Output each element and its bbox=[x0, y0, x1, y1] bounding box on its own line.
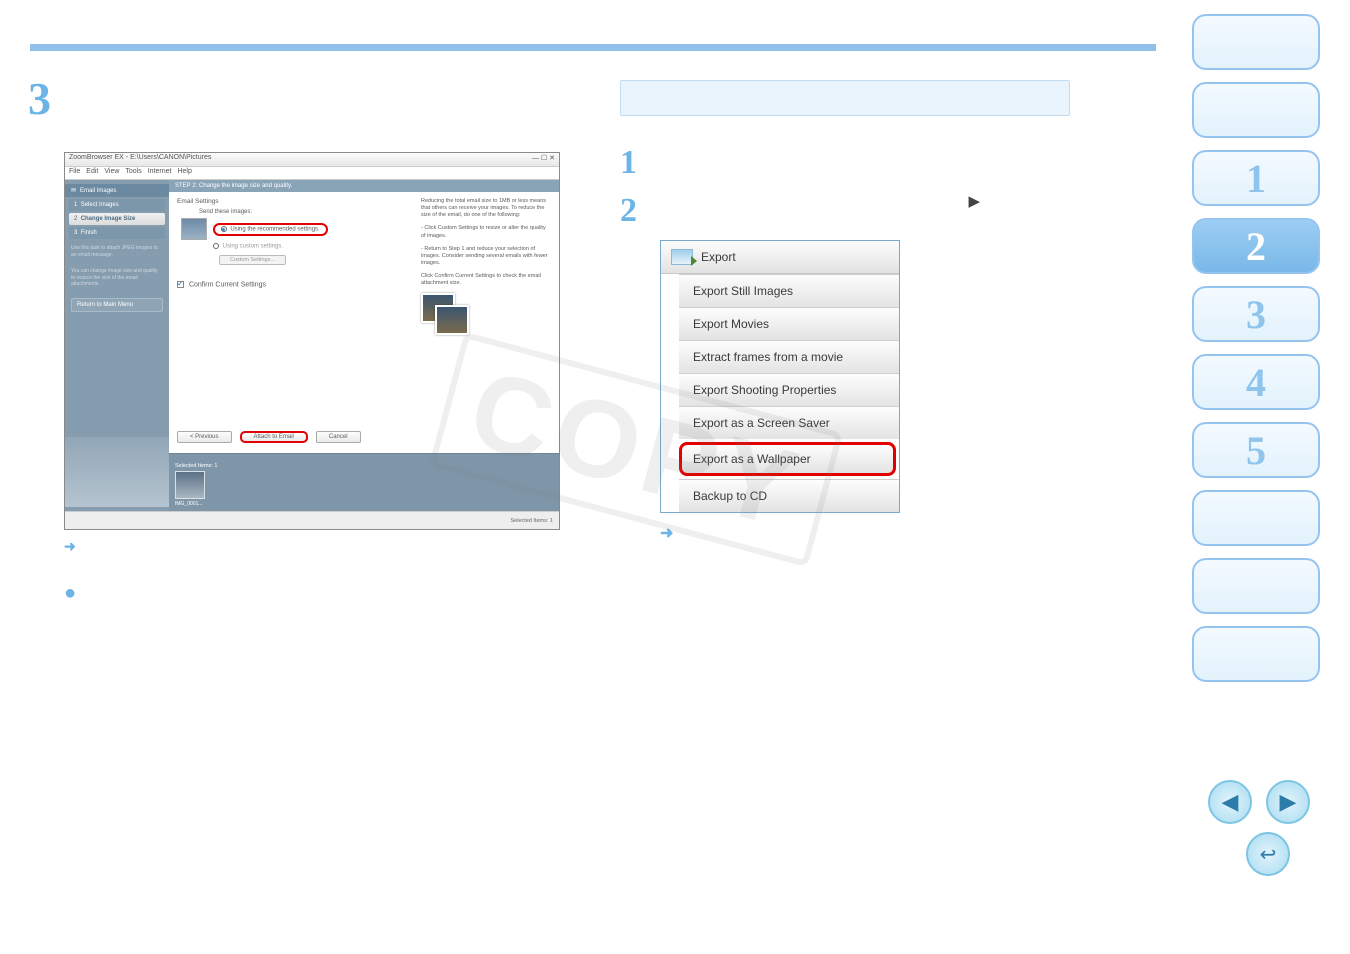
nav-extra-1[interactable] bbox=[1192, 490, 1320, 546]
sidebar-note-2: You can change image size and quality to… bbox=[65, 264, 169, 292]
window-controls: — ☐ ✕ bbox=[532, 154, 555, 165]
nav-chapter-2[interactable]: 2 bbox=[1192, 218, 1320, 274]
export-shooting-properties[interactable]: Export Shooting Properties bbox=[679, 373, 899, 406]
confirm-label: Confirm Current Settings bbox=[189, 281, 266, 288]
step-banner: STEP 2: Change the image size and qualit… bbox=[169, 180, 559, 192]
menu-file[interactable]: File bbox=[69, 168, 80, 178]
status-text: Selected Items: 1 bbox=[511, 518, 554, 524]
recommended-settings-highlight: Using the recommended settings. bbox=[213, 223, 328, 236]
next-page-button[interactable]: ▶ bbox=[1266, 780, 1310, 824]
attach-to-email-button[interactable]: Attach to Email bbox=[254, 434, 294, 440]
confirm-checkbox[interactable] bbox=[177, 281, 184, 288]
step-label: Change Image Size bbox=[81, 216, 136, 222]
step-number: 3 bbox=[28, 72, 51, 125]
nav-chapter-1[interactable]: 1 bbox=[1192, 150, 1320, 206]
email-settings-heading: Email Settings bbox=[177, 198, 411, 205]
export-wallpaper-highlight[interactable]: Export as a Wallpaper bbox=[679, 442, 896, 476]
step-1-text bbox=[652, 144, 1100, 182]
export-icon bbox=[671, 249, 693, 265]
arrow-right-icon: ➜ bbox=[660, 525, 673, 542]
step-label: Select Images bbox=[81, 202, 119, 208]
bullet-icon: ● bbox=[64, 582, 76, 604]
sidebar-step-2[interactable]: 2 Change Image Size bbox=[69, 213, 165, 225]
custom-settings-button[interactable]: Custom Settings... bbox=[219, 255, 286, 265]
nav-chapter-3[interactable]: 3 bbox=[1192, 286, 1320, 342]
bullet-row: ● bbox=[64, 584, 76, 602]
preview-thumbnail bbox=[181, 218, 207, 240]
extract-frames[interactable]: Extract frames from a movie bbox=[679, 340, 899, 373]
export-header[interactable]: Export bbox=[661, 241, 899, 274]
main-panel: STEP 2: Change the image size and qualit… bbox=[169, 180, 559, 511]
status-bar: Selected Items: 1 bbox=[65, 511, 559, 529]
send-images-label: Send these images: bbox=[199, 209, 252, 215]
result-arrow-2: ➜ bbox=[660, 523, 1100, 543]
menu-bar: File Edit View Tools Internet Help bbox=[65, 167, 559, 180]
nav-extra-3[interactable] bbox=[1192, 626, 1320, 682]
step-2-text: placeholder ▶ bbox=[652, 192, 1100, 210]
prev-page-button[interactable]: ◀ bbox=[1208, 780, 1252, 824]
menu-view[interactable]: View bbox=[104, 168, 119, 178]
menu-help[interactable]: Help bbox=[177, 168, 191, 178]
zoombrowser-screenshot: ZoomBrowser EX - E:\Users\CANON\Pictures… bbox=[64, 152, 560, 530]
result-arrow: ➜ bbox=[64, 538, 76, 555]
menu-edit[interactable]: Edit bbox=[86, 168, 98, 178]
radio-custom[interactable] bbox=[213, 243, 219, 249]
step-num: 2 bbox=[74, 216, 77, 222]
info-box bbox=[620, 80, 1070, 116]
nav-intro[interactable] bbox=[1192, 14, 1320, 70]
attach-to-email-highlight: Attach to Email bbox=[240, 431, 308, 443]
nav-chapter-4[interactable]: 4 bbox=[1192, 354, 1320, 410]
nav-chapter-5[interactable]: 5 bbox=[1192, 422, 1320, 478]
tip-2: - Return to Step 1 and reduce your selec… bbox=[421, 246, 551, 267]
sidebar-graphic bbox=[65, 437, 169, 507]
thumb-filename: IMG_0001... bbox=[175, 501, 218, 507]
sidebar-header: ✉ Email Images bbox=[65, 184, 169, 197]
task-sidebar: ✉ Email Images 1 Select Images 2 Change … bbox=[65, 180, 169, 511]
window-title: ZoomBrowser EX - E:\Users\CANON\Pictures bbox=[69, 154, 211, 165]
sidebar-step-3[interactable]: 3 Finish bbox=[69, 227, 165, 239]
return-button[interactable]: ↩ bbox=[1246, 832, 1290, 876]
menu-internet[interactable]: Internet bbox=[148, 168, 172, 178]
export-still-images[interactable]: Export Still Images bbox=[679, 274, 899, 307]
nav-contents[interactable] bbox=[1192, 82, 1320, 138]
previous-button[interactable]: < Previous bbox=[177, 431, 232, 443]
radio-recommended-label: Using the recommended settings. bbox=[230, 227, 319, 233]
sidebar-step-1[interactable]: 1 Select Images bbox=[69, 199, 165, 211]
export-movies[interactable]: Export Movies bbox=[679, 307, 899, 340]
step-num: 1 bbox=[74, 202, 77, 208]
export-screen-saver[interactable]: Export as a Screen Saver bbox=[679, 406, 899, 439]
export-menu: Export Export Still Images Export Movies… bbox=[660, 240, 900, 513]
sidebar-title: Email Images bbox=[80, 188, 116, 194]
arrow-right-icon: ➜ bbox=[64, 538, 76, 554]
page-nav-arrows: ◀ ▶ bbox=[1208, 780, 1310, 824]
cancel-button[interactable]: Cancel bbox=[316, 431, 361, 443]
menu-tools[interactable]: Tools bbox=[125, 168, 141, 178]
step-label: Finish bbox=[81, 230, 97, 236]
export-header-label: Export bbox=[701, 250, 736, 264]
window-titlebar: ZoomBrowser EX - E:\Users\CANON\Pictures… bbox=[65, 153, 559, 167]
chapter-nav: 1 2 3 4 5 bbox=[1192, 14, 1320, 682]
radio-custom-label: Using custom settings. bbox=[223, 244, 283, 250]
nav-extra-2[interactable] bbox=[1192, 558, 1320, 614]
tip-1: - Click Custom Settings to resize or alt… bbox=[421, 225, 551, 239]
step-1-number: 1 bbox=[620, 144, 648, 182]
right-column: 1 2 placeholder ▶ Export Export Still Im… bbox=[620, 80, 1100, 543]
tip-3: Click Confirm Current Settings to check … bbox=[421, 273, 551, 287]
step-num: 3 bbox=[74, 230, 77, 236]
top-divider bbox=[30, 44, 1156, 51]
triangle-icon: ▶ bbox=[968, 192, 980, 210]
return-main-menu-button[interactable]: Return to Main Menu bbox=[71, 298, 163, 312]
sidebar-note-1: Use this task to attach JPEG images to a… bbox=[65, 241, 169, 262]
backup-to-cd[interactable]: Backup to CD bbox=[679, 479, 899, 512]
radio-recommended[interactable] bbox=[221, 226, 227, 232]
selected-thumbnail[interactable] bbox=[175, 471, 205, 499]
step-2-number: 2 bbox=[620, 192, 648, 230]
sample-photos bbox=[421, 293, 471, 337]
tip-header: Reducing the total email size to 1MB or … bbox=[421, 198, 551, 219]
email-icon: ✉ bbox=[71, 187, 76, 194]
selected-items-label: Selected Items: 1 bbox=[175, 463, 218, 469]
